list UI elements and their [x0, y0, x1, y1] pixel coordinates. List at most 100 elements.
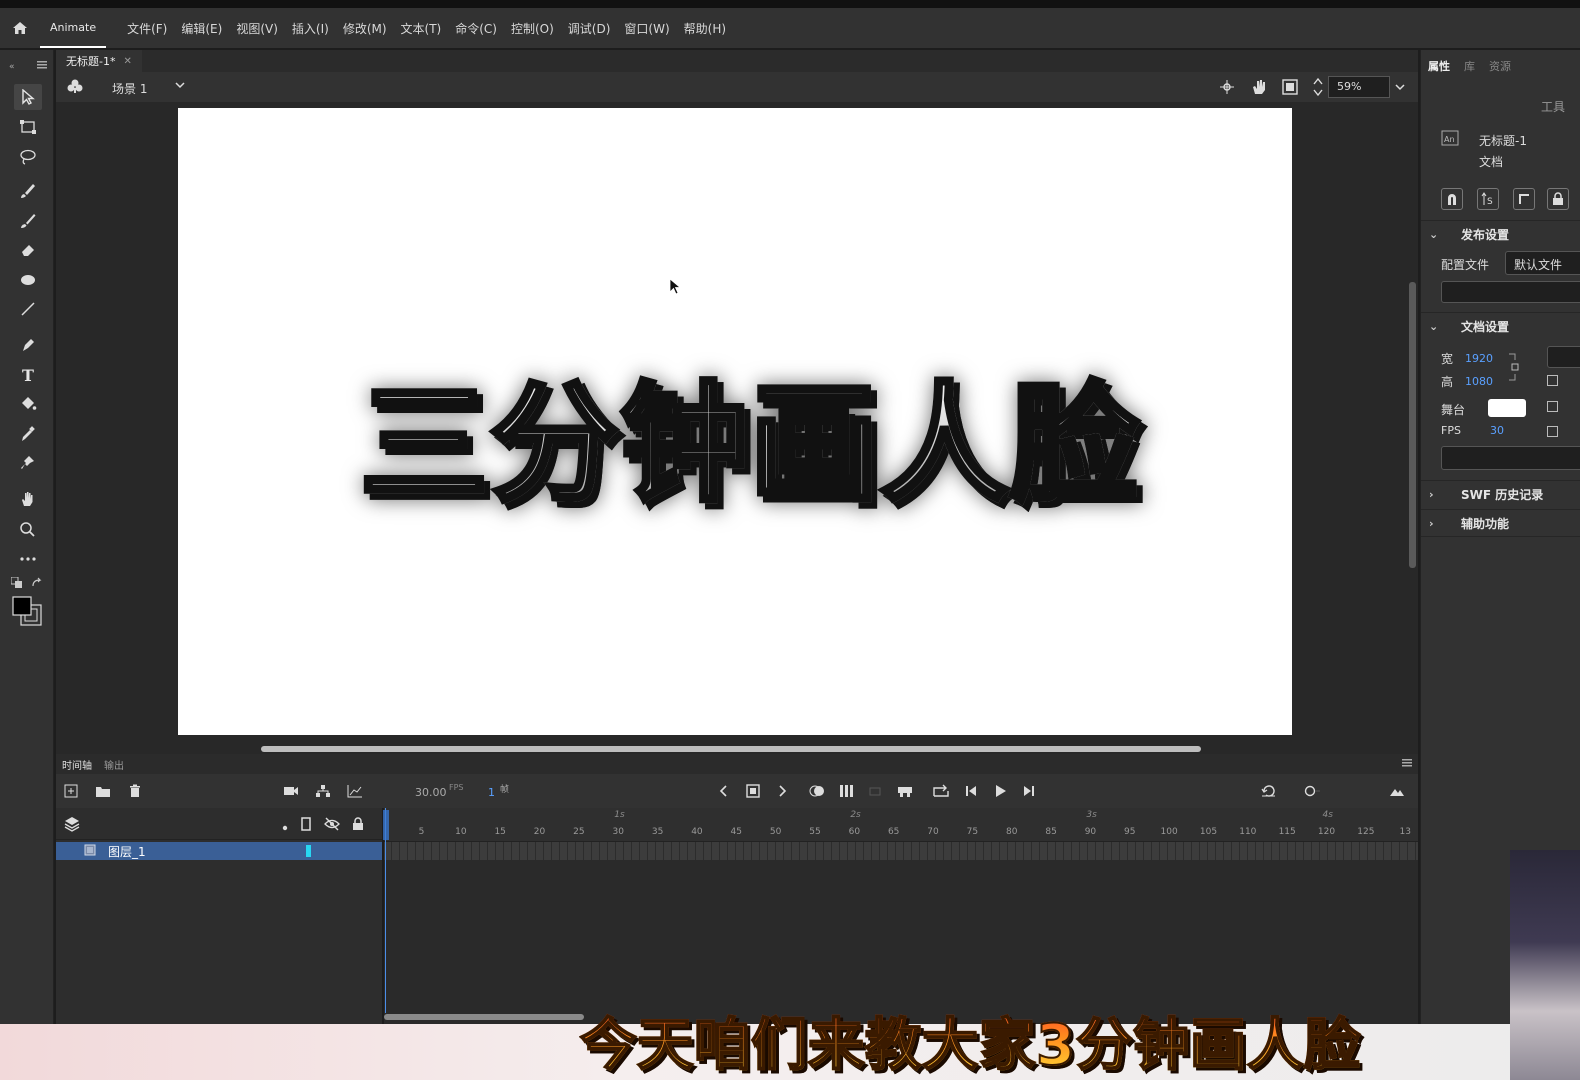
- eyedropper-icon[interactable]: [14, 421, 42, 447]
- app-name-tab[interactable]: Animate: [40, 8, 107, 48]
- step-forward-icon[interactable]: [1020, 782, 1038, 800]
- delete-icon[interactable]: [126, 782, 144, 800]
- text-tool-icon[interactable]: T: [14, 362, 42, 388]
- fps-value[interactable]: 30.00: [415, 786, 447, 799]
- fps-checkbox[interactable]: [1547, 426, 1558, 437]
- scene-icon[interactable]: [66, 78, 84, 97]
- document-tab[interactable]: 无标题-1* ✕: [56, 50, 142, 72]
- profile-select[interactable]: 默认文件: [1505, 251, 1580, 275]
- center-playhead-icon[interactable]: [1260, 782, 1278, 800]
- current-frame-value[interactable]: 1: [488, 786, 495, 799]
- rotate-stage-icon[interactable]: [1250, 78, 1268, 99]
- panel-menu-icon[interactable]: [36, 60, 48, 70]
- outline-icon[interactable]: [301, 817, 311, 834]
- menu-control[interactable]: 控制(O): [504, 8, 561, 48]
- paint-bucket-icon[interactable]: [14, 391, 42, 417]
- menu-edit[interactable]: 编辑(E): [174, 8, 229, 48]
- tab-library[interactable]: 库: [1457, 58, 1482, 82]
- layer-row[interactable]: 图层_1: [56, 842, 382, 860]
- swf-history-header[interactable]: › SWF 历史记录: [1421, 480, 1580, 508]
- camera-icon[interactable]: [282, 782, 300, 800]
- magnet-icon[interactable]: [1441, 188, 1463, 210]
- default-colors-icon[interactable]: [10, 576, 24, 590]
- size-preset-select[interactable]: [1547, 346, 1580, 368]
- sort-icon[interactable]: S: [1477, 188, 1499, 210]
- chevron-right-icon[interactable]: [774, 782, 792, 800]
- scale-content-checkbox[interactable]: [1547, 375, 1558, 386]
- sync-icon[interactable]: [866, 782, 884, 800]
- close-icon[interactable]: ✕: [123, 56, 131, 67]
- chevron-down-icon[interactable]: [174, 79, 186, 94]
- menu-view[interactable]: 视图(V): [229, 8, 285, 48]
- onion-skin-icon[interactable]: [808, 782, 826, 800]
- width-value[interactable]: 1920: [1465, 352, 1493, 365]
- selection-tool-icon[interactable]: [14, 84, 42, 110]
- edit-multiple-frames-icon[interactable]: [838, 782, 856, 800]
- line-tool-icon[interactable]: [14, 296, 42, 322]
- menu-file[interactable]: 文件(F): [120, 8, 174, 48]
- timeline-scroll-thumb[interactable]: [384, 1014, 584, 1020]
- tab-assets[interactable]: 资源: [1482, 58, 1518, 82]
- publish-settings-button[interactable]: [1441, 281, 1580, 303]
- play-icon[interactable]: [991, 782, 1009, 800]
- new-layer-icon[interactable]: [62, 782, 80, 800]
- fps-input[interactable]: 30: [1490, 424, 1504, 437]
- tab-timeline[interactable]: 时间轴: [56, 757, 98, 772]
- chevron-left-icon[interactable]: [714, 782, 732, 800]
- zoom-stepper-icon[interactable]: [1312, 76, 1324, 101]
- stage-horizontal-scroll-thumb[interactable]: [261, 746, 1201, 752]
- menu-text[interactable]: 文本(T): [394, 8, 449, 48]
- stage-vertical-scroll-thumb[interactable]: [1409, 282, 1416, 568]
- menu-debug[interactable]: 调试(D): [561, 8, 618, 48]
- layer-color-swatch[interactable]: [306, 845, 311, 857]
- stage-color-swatch[interactable]: [1488, 399, 1526, 417]
- panel-menu-icon[interactable]: [1402, 759, 1412, 770]
- zoom-tool-icon[interactable]: [14, 516, 42, 542]
- zoom-timeline-icon[interactable]: [1388, 782, 1406, 800]
- menu-help[interactable]: 帮助(H): [677, 8, 733, 48]
- height-value[interactable]: 1080: [1465, 375, 1493, 388]
- snap-icon[interactable]: [1219, 79, 1235, 98]
- tab-properties[interactable]: 属性: [1421, 58, 1457, 82]
- more-tools-icon[interactable]: [14, 546, 42, 572]
- eye-hidden-icon[interactable]: [324, 817, 340, 834]
- corner-icon[interactable]: [1513, 188, 1535, 210]
- frames-panel[interactable]: 5 10 15 20 25 30 35 40 45 50 55 60 65 70 75 80 85 90 95 100…: [384, 808, 1418, 1025]
- free-transform-icon[interactable]: [14, 114, 42, 140]
- playhead-handle[interactable]: [383, 810, 389, 840]
- zoom-slider-icon[interactable]: [1302, 782, 1320, 800]
- lock-icon[interactable]: [1547, 188, 1569, 210]
- layer-parenting-icon[interactable]: [314, 782, 332, 800]
- brush-icon[interactable]: [14, 178, 42, 204]
- oval-tool-icon[interactable]: [14, 267, 42, 293]
- eraser-icon[interactable]: [14, 237, 42, 263]
- menu-insert[interactable]: 插入(I): [285, 8, 336, 48]
- publish-settings-header[interactable]: ⌄ 发布设置: [1421, 220, 1580, 248]
- layers-stack-icon[interactable]: [64, 816, 80, 835]
- link-dimensions-icon[interactable]: [1507, 352, 1521, 385]
- menu-modify[interactable]: 修改(M): [336, 8, 394, 48]
- paint-brush-icon[interactable]: [14, 208, 42, 234]
- stage-title-text[interactable]: 三分钟画人脸: [357, 340, 1140, 525]
- layer-frames-row[interactable]: [384, 842, 1418, 860]
- pin-tool-icon[interactable]: [14, 450, 42, 476]
- keyframe-icon[interactable]: [744, 782, 762, 800]
- lasso-icon[interactable]: [14, 144, 42, 170]
- loop-icon[interactable]: [932, 782, 950, 800]
- swap-colors-icon[interactable]: [30, 576, 44, 590]
- stroke-fill-color-icon[interactable]: [12, 596, 44, 628]
- menu-window[interactable]: 窗口(W): [617, 8, 676, 48]
- menu-commands[interactable]: 命令(C): [448, 8, 504, 48]
- home-icon[interactable]: [0, 8, 40, 48]
- pen-tool-icon[interactable]: [14, 332, 42, 358]
- new-folder-icon[interactable]: [94, 782, 112, 800]
- stage-checkbox[interactable]: [1547, 401, 1558, 412]
- accessibility-header[interactable]: › 辅助功能: [1421, 509, 1580, 537]
- zoom-dropdown-icon[interactable]: [1394, 81, 1406, 96]
- stage-canvas[interactable]: 三分钟画人脸: [178, 108, 1292, 735]
- collapse-icon[interactable]: «: [8, 56, 20, 76]
- lock-icon[interactable]: [352, 817, 364, 834]
- document-settings-header[interactable]: ⌄ 文档设置: [1421, 312, 1580, 340]
- hand-tool-icon[interactable]: [14, 486, 42, 512]
- more-settings-button[interactable]: [1441, 446, 1580, 470]
